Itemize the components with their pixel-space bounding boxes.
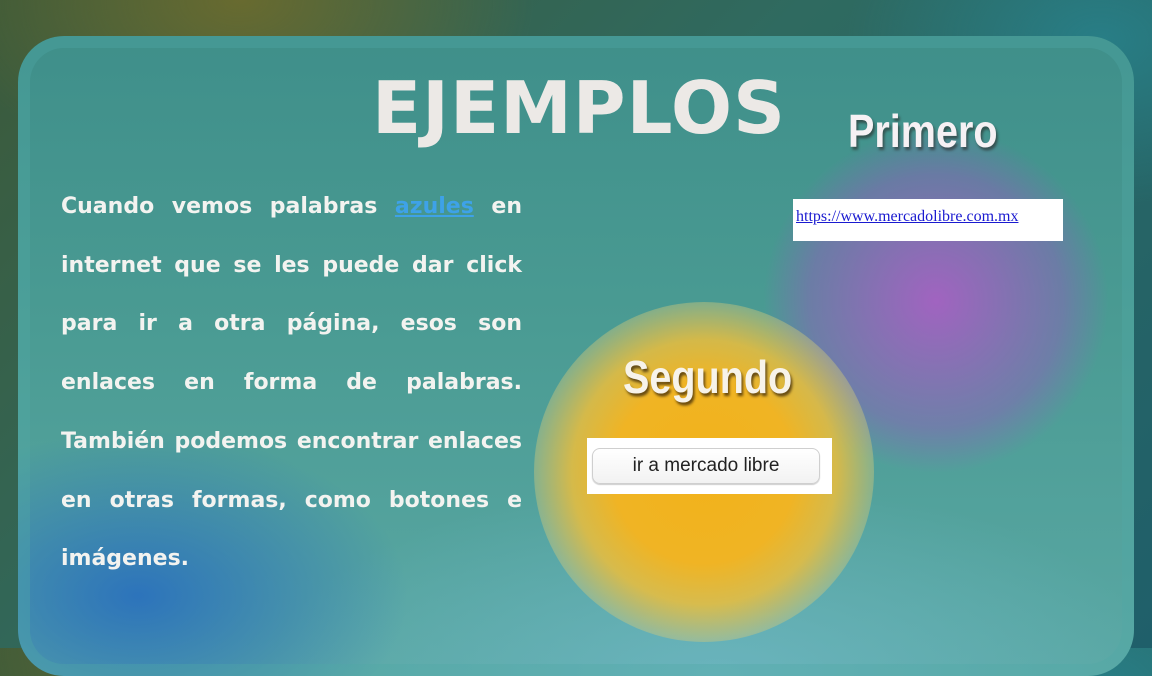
explanation-paragraph: Cuando vemos palabras azules en internet… [61,178,522,589]
example-button-box: ir a mercado libre [587,438,832,494]
paragraph-text-start: Cuando vemos palabras [61,194,395,219]
example-link-box: https://www.mercadolibre.com.mx [793,199,1063,241]
paragraph-text-end: en internet que se les puede dar click p… [61,194,522,572]
primero-heading: Primero [848,105,998,157]
azules-link[interactable]: azules [395,194,474,219]
mercadolibre-text-link[interactable]: https://www.mercadolibre.com.mx [796,208,1018,225]
ir-a-mercado-libre-button[interactable]: ir a mercado libre [592,448,820,484]
segundo-heading: Segundo [623,351,793,403]
slide-title: EJEMPLOS [372,66,786,150]
